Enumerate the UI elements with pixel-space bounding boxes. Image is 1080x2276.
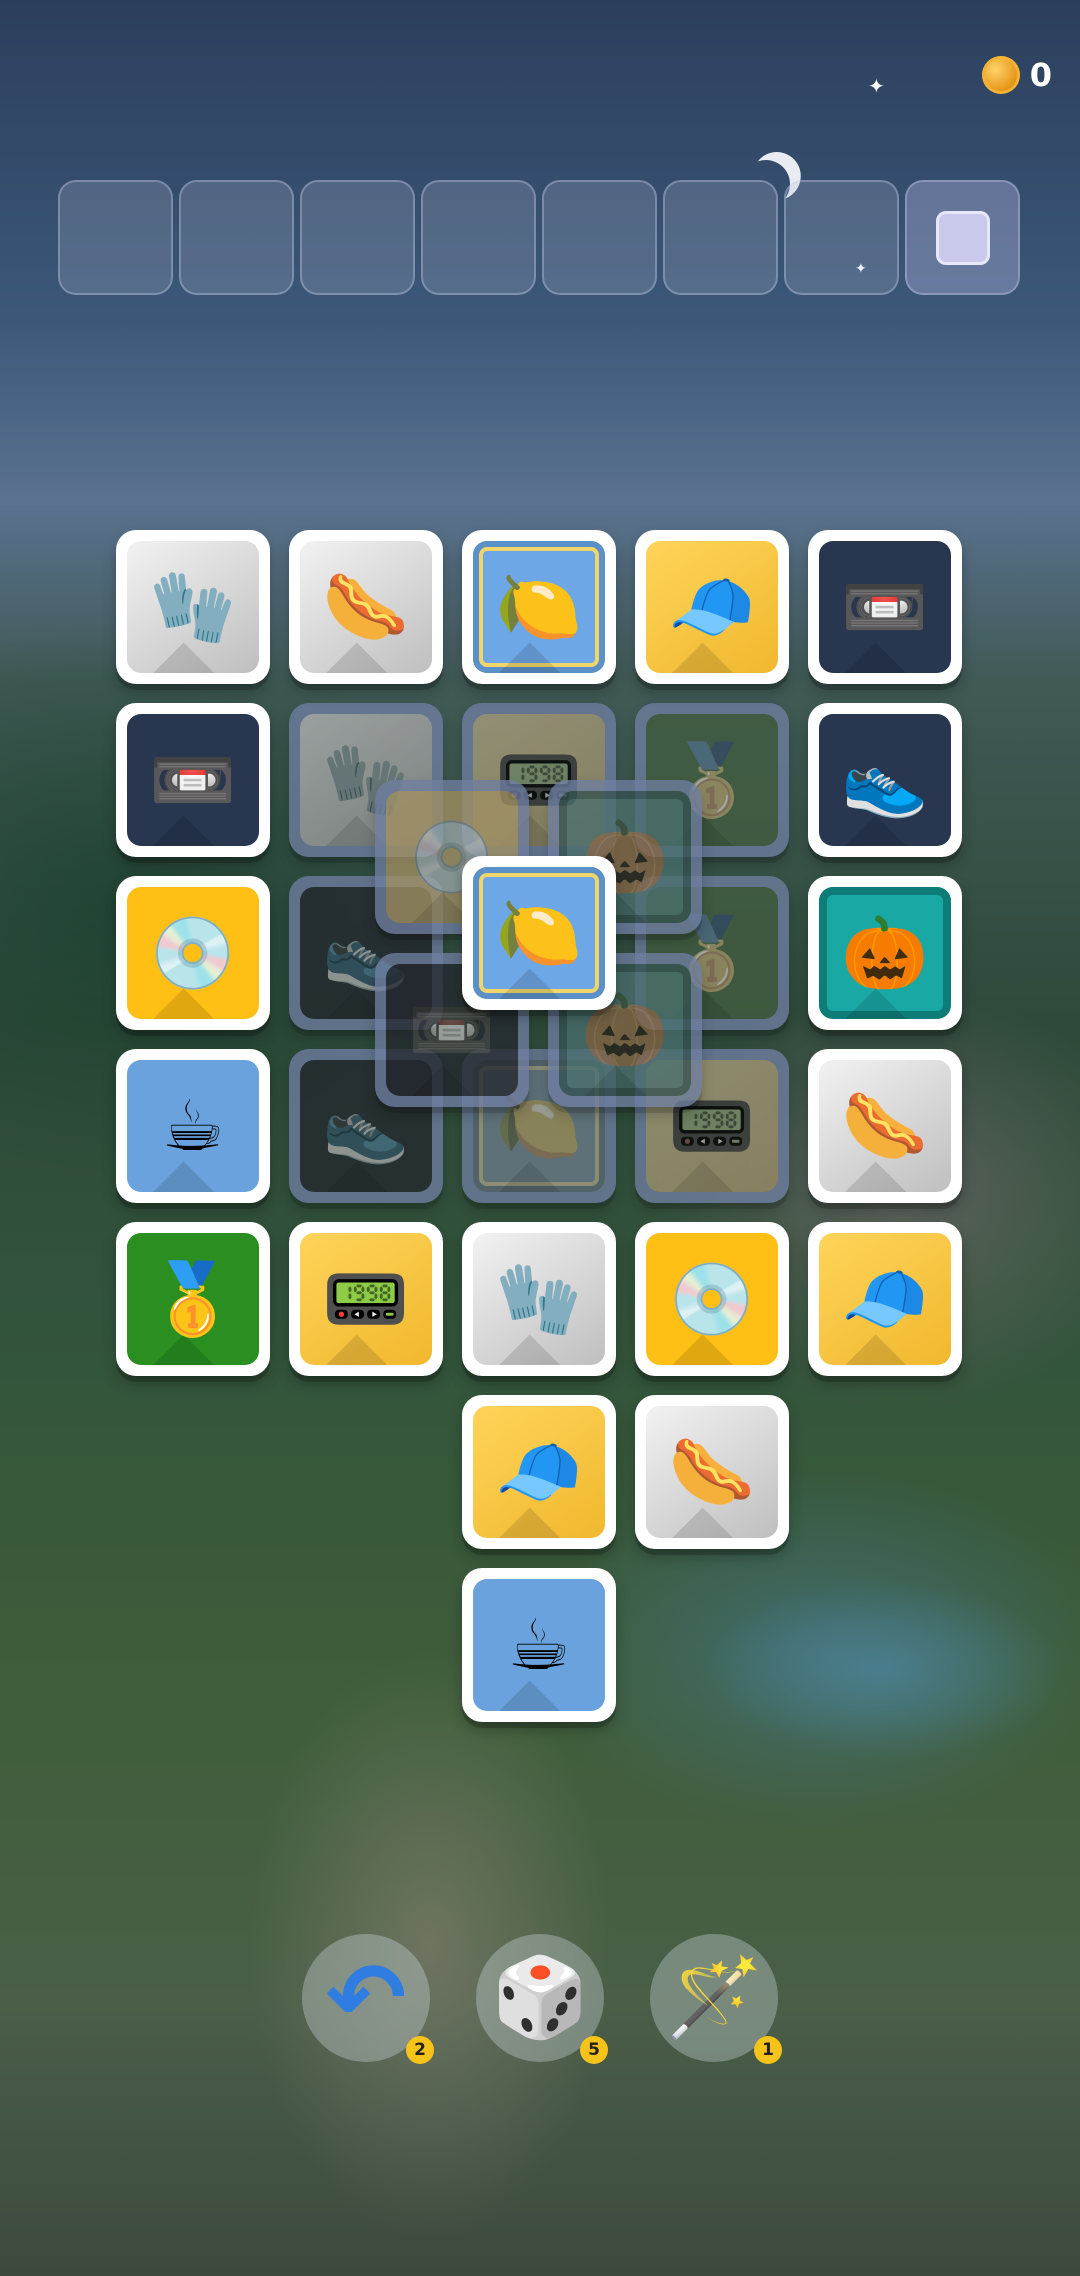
tile-face: 📟 xyxy=(300,1233,432,1365)
tile-pumpkin[interactable]: 🎃 xyxy=(808,876,962,1030)
tile-coffee-cup[interactable]: ☕ xyxy=(116,1049,270,1203)
stone-path xyxy=(170,1450,690,2276)
tile-red-cap[interactable]: 🧢 xyxy=(635,530,789,684)
tile-face: 📼 xyxy=(127,714,259,846)
tray-slot xyxy=(421,180,536,295)
baseball-glove-icon: 🧤 xyxy=(149,566,237,648)
magic-wand-button[interactable]: 🪄 1 xyxy=(650,1934,782,2064)
tile-baseball-glove[interactable]: 🧤 xyxy=(116,530,270,684)
vinyl-record-icon: 💿 xyxy=(668,1258,756,1340)
tile-vinyl-record[interactable]: 💿 xyxy=(635,1222,789,1376)
star-icon: ✦ xyxy=(868,74,885,98)
tile-scoreboard[interactable]: 📟 xyxy=(289,1222,443,1376)
tile-coffee-cup[interactable]: ☕ xyxy=(462,1568,616,1722)
cassette-icon: 📼 xyxy=(149,739,237,821)
tile-hotdog[interactable]: 🌭 xyxy=(635,1395,789,1549)
shuffle-button[interactable]: 🎲 5 xyxy=(476,1934,608,2064)
tile-lemon[interactable]: 🍋 xyxy=(462,530,616,684)
tray-slot xyxy=(542,180,657,295)
cassette-icon: 📼 xyxy=(841,566,929,648)
tile-hotdog[interactable]: 🌭 xyxy=(808,1049,962,1203)
pumpkin-icon: 🎃 xyxy=(841,912,929,994)
coffee-cup-icon: ☕ xyxy=(507,1604,571,1686)
coin-count: 0 xyxy=(1029,56,1052,94)
coin-icon xyxy=(981,56,1020,94)
tile-gold-medal[interactable]: 🥇 xyxy=(116,1222,270,1376)
tile-face: 💿 xyxy=(646,1233,778,1365)
vinyl-record-icon: 💿 xyxy=(149,912,237,994)
tile-face: 🥇 xyxy=(127,1233,259,1365)
tile-vinyl-record[interactable]: 💿 xyxy=(116,876,270,1030)
tray-slot xyxy=(179,180,294,295)
red-cap-icon: 🧢 xyxy=(495,1431,583,1513)
tile-red-cap[interactable]: 🧢 xyxy=(808,1222,962,1376)
undo-arrow-icon: ↶ xyxy=(325,1942,407,2054)
hotdog-icon: 🌭 xyxy=(668,1431,756,1513)
tile-face: 🎃 xyxy=(819,887,951,1019)
tile-baseball-glove[interactable]: 🧤 xyxy=(462,1222,616,1376)
tile-face: 🌭 xyxy=(300,541,432,673)
tile-face: 🧤 xyxy=(127,541,259,673)
tile-face: 🍋 xyxy=(473,867,605,999)
tile-face: 🧤 xyxy=(473,1233,605,1365)
tile-face: 🍋 xyxy=(473,541,605,673)
tile-face: ☕ xyxy=(127,1060,259,1192)
tile-face: 💿 xyxy=(127,887,259,1019)
tile-face: 🌭 xyxy=(646,1406,778,1538)
scoreboard-icon: 📟 xyxy=(322,1258,410,1340)
tile-face: 🌭 xyxy=(819,1060,951,1192)
tile-sneaker[interactable]: 👟 xyxy=(808,703,962,857)
tile-face: ☕ xyxy=(473,1579,605,1711)
dice-icon: 🎲 xyxy=(491,1952,589,2043)
hotdog-icon: 🌭 xyxy=(841,1085,929,1167)
undo-count-badge: 2 xyxy=(406,2036,434,2064)
magic-wand-count-badge: 1 xyxy=(754,2036,782,2064)
tile-cassette[interactable]: 📼 xyxy=(808,530,962,684)
tray-slot-extra xyxy=(905,180,1020,295)
tile-face: 👟 xyxy=(819,714,951,846)
coin-counter: 0 xyxy=(981,56,1052,94)
tray-slot xyxy=(663,180,778,295)
red-cap-icon: 🧢 xyxy=(668,566,756,648)
tile-red-cap[interactable]: 🧢 xyxy=(462,1395,616,1549)
tile-face: 📼 xyxy=(819,541,951,673)
red-cap-icon: 🧢 xyxy=(841,1258,929,1340)
tray-slot xyxy=(300,180,415,295)
extra-slot-icon xyxy=(935,210,990,265)
tile-face: 🧢 xyxy=(646,541,778,673)
lemon-icon: 🍋 xyxy=(495,892,583,974)
gold-medal-icon: 🥇 xyxy=(149,1258,237,1340)
sneaker-icon: 👟 xyxy=(841,739,929,821)
tile-tray xyxy=(58,180,1020,295)
undo-button[interactable]: ↶ 2 xyxy=(302,1934,434,2064)
shuffle-count-badge: 5 xyxy=(580,2036,608,2064)
tile-face: 🧢 xyxy=(473,1406,605,1538)
tray-slot xyxy=(58,180,173,295)
lemon-icon: 🍋 xyxy=(495,566,583,648)
tile-hotdog[interactable]: 🌭 xyxy=(289,530,443,684)
stream xyxy=(640,1520,1080,1820)
tile-lemon[interactable]: 🍋 xyxy=(462,856,616,1010)
coffee-cup-icon: ☕ xyxy=(161,1085,225,1167)
tile-face: 🧢 xyxy=(819,1233,951,1365)
baseball-glove-icon: 🧤 xyxy=(495,1258,583,1340)
tile-cassette[interactable]: 📼 xyxy=(116,703,270,857)
hotdog-icon: 🌭 xyxy=(322,566,410,648)
magic-wand-icon: 🪄 xyxy=(665,1952,763,2043)
tray-slot xyxy=(784,180,899,295)
